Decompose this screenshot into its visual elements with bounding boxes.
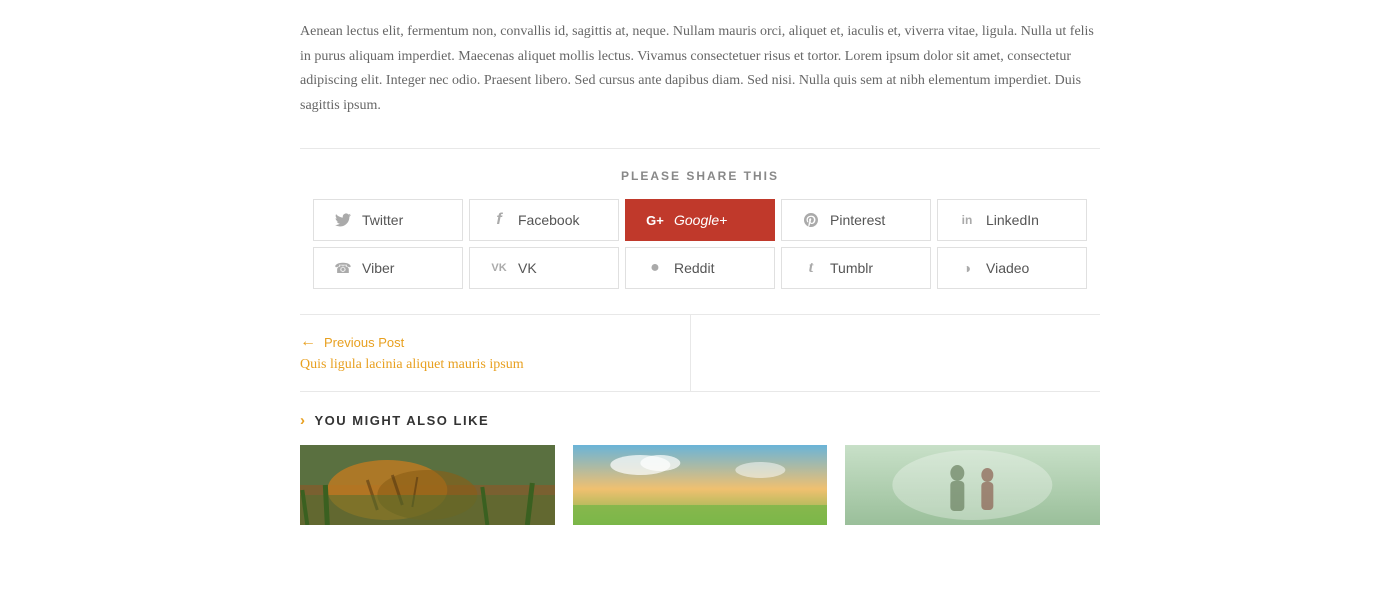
share-button-linkedin[interactable]: in LinkedIn bbox=[937, 199, 1087, 241]
card-couple-image bbox=[845, 445, 1100, 525]
share-button-tumblr[interactable]: t Tumblr bbox=[781, 247, 931, 289]
you-might-like-title: › YOU MIGHT ALSO LIKE bbox=[300, 412, 1100, 429]
facebook-icon: f bbox=[488, 209, 510, 231]
viber-icon: ☎ bbox=[332, 257, 354, 279]
viadeo-label: Viadeo bbox=[986, 260, 1029, 276]
share-buttons-row1: Twitter f Facebook G+ Google+ Pinterest bbox=[300, 199, 1100, 241]
pinterest-icon bbox=[800, 209, 822, 231]
previous-post-title-highlight: mauris ipsum bbox=[448, 357, 524, 372]
share-button-reddit[interactable]: ● Reddit bbox=[625, 247, 775, 289]
divider-top bbox=[300, 148, 1100, 149]
linkedin-label: LinkedIn bbox=[986, 212, 1039, 228]
share-title: PLEASE SHARE THIS bbox=[300, 169, 1100, 183]
viadeo-icon: ◑ bbox=[956, 257, 978, 279]
vk-label: VK bbox=[518, 260, 537, 276]
share-button-facebook[interactable]: f Facebook bbox=[469, 199, 619, 241]
previous-post-title: Quis ligula lacinia aliquet mauris ipsum bbox=[300, 357, 690, 373]
previous-post-text: Previous Post bbox=[324, 335, 404, 350]
share-button-viber[interactable]: ☎ Viber bbox=[313, 247, 463, 289]
facebook-label: Facebook bbox=[518, 212, 579, 228]
share-button-vk[interactable]: VK VK bbox=[469, 247, 619, 289]
reddit-label: Reddit bbox=[674, 260, 714, 276]
tumblr-label: Tumblr bbox=[830, 260, 873, 276]
share-section: PLEASE SHARE THIS Twitter f Facebook G+ … bbox=[300, 169, 1100, 289]
share-button-twitter[interactable]: Twitter bbox=[313, 199, 463, 241]
reddit-icon: ● bbox=[644, 257, 666, 279]
post-navigation: ← Previous Post Quis ligula lacinia aliq… bbox=[300, 314, 1100, 392]
twitter-label: Twitter bbox=[362, 212, 403, 228]
article-body: Aenean lectus elit, fermentum non, conva… bbox=[300, 20, 1100, 118]
twitter-icon bbox=[332, 209, 354, 231]
googleplus-icon: G+ bbox=[644, 209, 666, 231]
previous-post-title-plain: Quis ligula lacinia aliquet bbox=[300, 357, 448, 372]
left-arrow-icon: ← bbox=[300, 333, 316, 351]
card-tiger-image bbox=[300, 445, 555, 525]
card-tiger[interactable] bbox=[300, 445, 555, 525]
vk-icon: VK bbox=[488, 257, 510, 279]
chevron-right-icon: › bbox=[300, 412, 307, 429]
viber-label: Viber bbox=[362, 260, 394, 276]
card-couple[interactable] bbox=[845, 445, 1100, 525]
you-might-also-like-section: › YOU MIGHT ALSO LIKE bbox=[300, 412, 1100, 525]
share-button-viadeo[interactable]: ◑ Viadeo bbox=[937, 247, 1087, 289]
previous-post-label: ← Previous Post bbox=[300, 333, 690, 351]
card-sky-image bbox=[573, 445, 828, 525]
tumblr-icon: t bbox=[800, 257, 822, 279]
googleplus-label: Google+ bbox=[674, 212, 727, 228]
linkedin-icon: in bbox=[956, 209, 978, 231]
previous-post-nav[interactable]: ← Previous Post Quis ligula lacinia aliq… bbox=[300, 315, 690, 391]
share-button-googleplus[interactable]: G+ Google+ bbox=[625, 199, 775, 241]
pinterest-label: Pinterest bbox=[830, 212, 885, 228]
share-buttons-row2: ☎ Viber VK VK ● Reddit t Tumblr ◑ Viadeo bbox=[300, 247, 1100, 289]
cards-row bbox=[300, 445, 1100, 525]
next-post-nav[interactable] bbox=[690, 315, 1101, 391]
share-button-pinterest[interactable]: Pinterest bbox=[781, 199, 931, 241]
card-sky[interactable] bbox=[573, 445, 828, 525]
you-might-like-label: YOU MIGHT ALSO LIKE bbox=[315, 413, 490, 428]
